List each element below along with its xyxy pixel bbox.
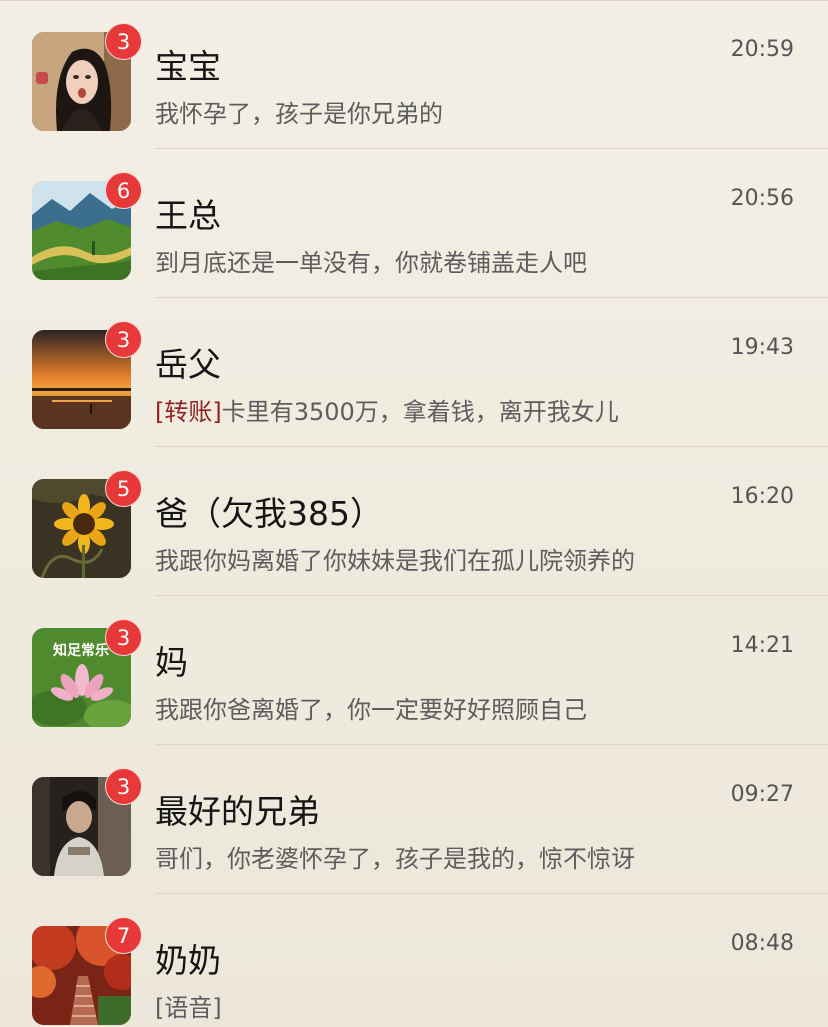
last-message-preview: [转账]卡里有3500万，拿着钱，离开我女儿 xyxy=(155,394,755,430)
message-time: 09:27 xyxy=(730,782,794,807)
chat-row-nainai[interactable]: 7 奶奶 08:48 [语音] xyxy=(0,895,828,1027)
row-divider xyxy=(155,148,828,149)
row-divider xyxy=(155,893,828,894)
last-message-preview: 哥们，你老婆怀孕了，孩子是我的，惊不惊讶 xyxy=(155,841,755,877)
message-time: 19:43 xyxy=(730,335,794,360)
message-text: 哥们，你老婆怀孕了，孩子是我的，惊不惊讶 xyxy=(155,845,635,873)
contact-name: 奶奶 xyxy=(155,941,221,980)
contact-name: 爸（欠我385） xyxy=(155,494,383,533)
chat-row-baobao[interactable]: 3 宝宝 20:59 我怀孕了，孩子是你兄弟的 xyxy=(0,1,828,149)
avatar-caption: 知足常乐 xyxy=(53,642,109,659)
last-message-preview: 我跟你妈离婚了你妹妹是我们在孤儿院领养的 xyxy=(155,543,755,579)
transfer-tag: [转账] xyxy=(155,398,222,426)
message-text: 到月底还是一单没有，你就卷铺盖走人吧 xyxy=(155,249,587,277)
unread-count-badge: 6 xyxy=(105,172,142,209)
unread-count-badge: 3 xyxy=(105,768,142,805)
chat-row-wangzong[interactable]: 6 王总 20:56 到月底还是一单没有，你就卷铺盖走人吧 xyxy=(0,150,828,298)
chat-row-ma[interactable]: 知足常乐 3 妈 14:21 我跟你爸离婚了，你一定要好好照顾自己 xyxy=(0,597,828,745)
unread-count-badge: 5 xyxy=(105,470,142,507)
row-divider xyxy=(155,297,828,298)
row-divider xyxy=(155,595,828,596)
message-time: 20:59 xyxy=(730,37,794,62)
message-text: 我跟你妈离婚了你妹妹是我们在孤儿院领养的 xyxy=(155,547,635,575)
message-time: 14:21 xyxy=(730,633,794,658)
last-message-preview: 我怀孕了，孩子是你兄弟的 xyxy=(155,96,755,132)
contact-name: 宝宝 xyxy=(155,47,221,86)
contact-name: 最好的兄弟 xyxy=(155,792,320,831)
message-text: 我跟你爸离婚了，你一定要好好照顾自己 xyxy=(155,696,587,724)
message-time: 08:48 xyxy=(730,931,794,956)
message-text: [语音] xyxy=(155,994,222,1022)
contact-name: 岳父 xyxy=(155,345,221,384)
unread-count-badge: 7 xyxy=(105,917,142,954)
chat-row-ba[interactable]: 5 爸（欠我385） 16:20 我跟你妈离婚了你妹妹是我们在孤儿院领养的 xyxy=(0,448,828,596)
last-message-preview: 到月底还是一单没有，你就卷铺盖走人吧 xyxy=(155,245,755,281)
row-divider xyxy=(155,446,828,447)
message-text: 卡里有3500万，拿着钱，离开我女儿 xyxy=(221,398,619,426)
chat-list: 3 宝宝 20:59 我怀孕了，孩子是你兄弟的 6 王总 20:56 到月底还是… xyxy=(0,0,828,1027)
unread-count-badge: 3 xyxy=(105,619,142,656)
message-time: 16:20 xyxy=(730,484,794,509)
chat-row-best-brother[interactable]: 3 最好的兄弟 09:27 哥们，你老婆怀孕了，孩子是我的，惊不惊讶 xyxy=(0,746,828,894)
contact-name: 王总 xyxy=(155,196,221,235)
message-text: 我怀孕了，孩子是你兄弟的 xyxy=(155,100,443,128)
unread-count-badge: 3 xyxy=(105,23,142,60)
contact-name: 妈 xyxy=(155,643,188,682)
last-message-preview: [语音] xyxy=(155,990,755,1026)
row-divider xyxy=(155,744,828,745)
message-time: 20:56 xyxy=(730,186,794,211)
chat-row-yuefu[interactable]: 3 岳父 19:43 [转账]卡里有3500万，拿着钱，离开我女儿 xyxy=(0,299,828,447)
last-message-preview: 我跟你爸离婚了，你一定要好好照顾自己 xyxy=(155,692,755,728)
unread-count-badge: 3 xyxy=(105,321,142,358)
